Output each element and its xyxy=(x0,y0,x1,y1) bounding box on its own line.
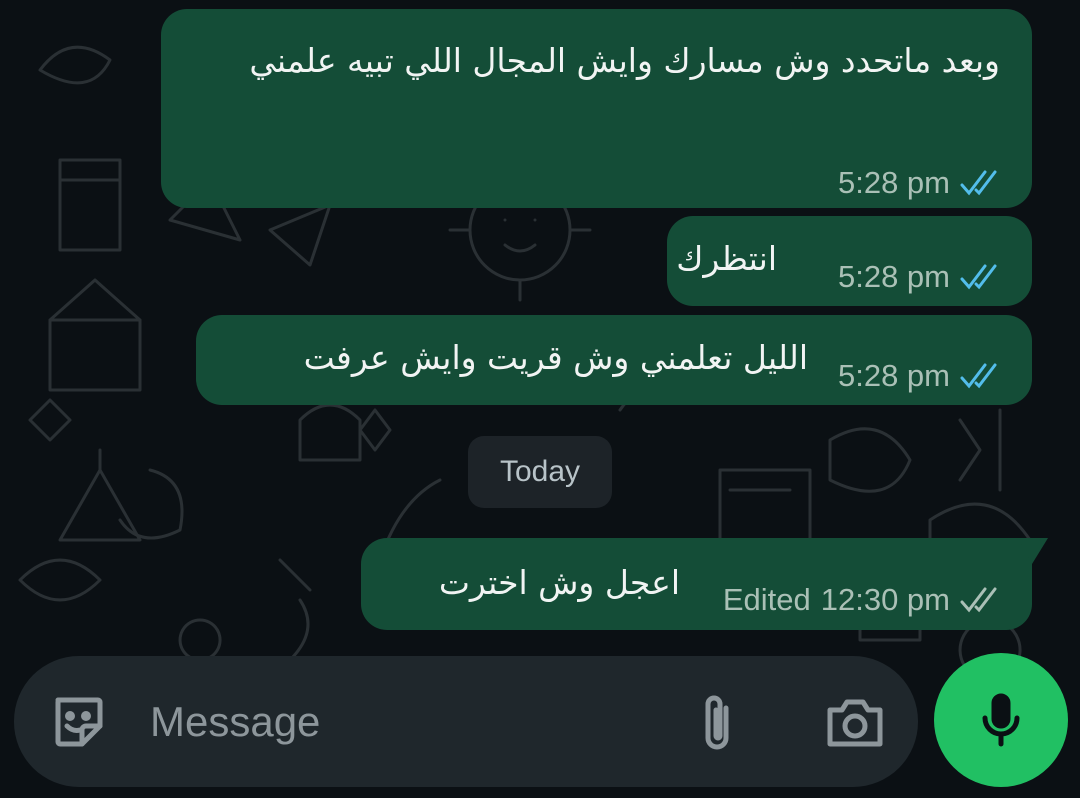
message-text: اعجل وش اخترت xyxy=(438,563,680,602)
message-meta: 5:28 pm xyxy=(838,358,1004,394)
read-ticks-icon xyxy=(960,264,1004,290)
paperclip-icon[interactable] xyxy=(692,692,744,756)
message-meta: Edited 12:30 pm xyxy=(723,582,1004,618)
message-meta: 5:28 pm xyxy=(838,165,1004,201)
edited-label: Edited xyxy=(722,582,811,617)
message-time: 12:30 pm xyxy=(820,582,950,617)
message-time: 5:28 pm xyxy=(837,358,950,393)
message-bubble[interactable]: الليل تعلمني وش قريت وايش عرفت 5:28 pm xyxy=(196,315,1032,405)
message-text: الليل تعلمني وش قريت وايش عرفت xyxy=(303,338,808,377)
message-text: انتظرك xyxy=(676,239,777,278)
date-separator: Today xyxy=(468,436,612,508)
message-time: 5:28 pm xyxy=(837,259,950,294)
bubble-tail xyxy=(1018,538,1048,564)
message-bubble[interactable]: اعجل وش اخترت Edited 12:30 pm xyxy=(361,538,1048,630)
message-composer xyxy=(14,656,918,787)
message-bubble[interactable]: انتظرك 5:28 pm xyxy=(667,216,1032,306)
camera-icon[interactable] xyxy=(824,696,886,750)
message-time: 5:28 pm xyxy=(837,165,950,200)
delivered-ticks-icon xyxy=(960,587,1004,613)
sticker-icon[interactable] xyxy=(48,692,108,752)
message-meta: 5:28 pm xyxy=(838,259,1004,295)
message-input[interactable] xyxy=(148,688,652,756)
message-text: وبعد ماتحدد وش مسارك وايش المجال اللي تب… xyxy=(249,41,1000,80)
message-bubble[interactable]: وبعد ماتحدد وش مسارك وايش المجال اللي تب… xyxy=(161,9,1032,208)
read-ticks-icon xyxy=(960,363,1004,389)
read-ticks-icon xyxy=(960,170,1004,196)
microphone-icon[interactable] xyxy=(934,653,1068,787)
